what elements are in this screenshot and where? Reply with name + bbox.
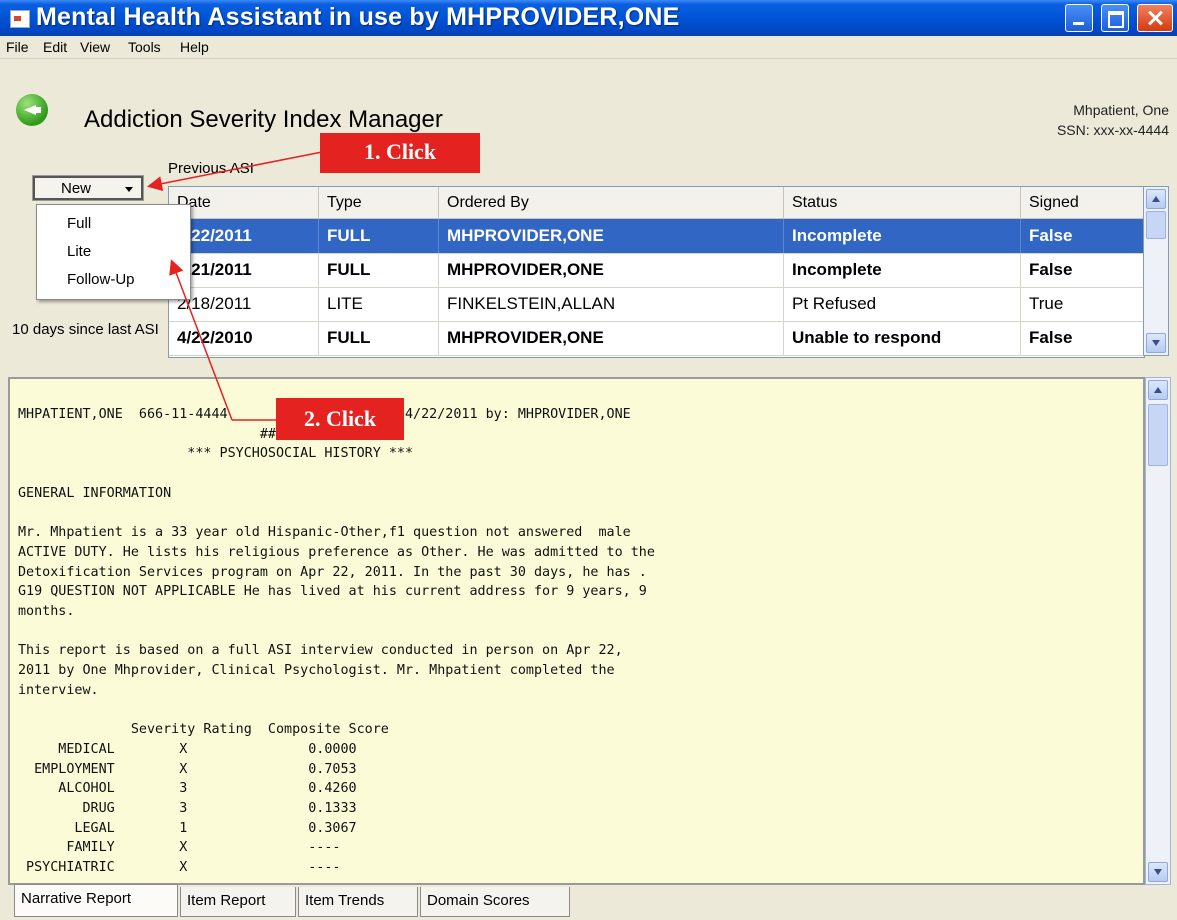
cell-ordered-by: MHPROVIDER,ONE	[439, 219, 784, 253]
tab-domain-scores[interactable]: Domain Scores	[420, 887, 570, 917]
chevron-up-icon	[1154, 387, 1162, 393]
days-since-last-asi: 10 days since last ASI	[12, 321, 159, 338]
new-dropdown-menu: Full Lite Follow-Up	[36, 204, 191, 300]
page-title: Addiction Severity Index Manager	[84, 106, 443, 133]
menu-edit[interactable]: Edit	[43, 39, 67, 55]
menu-option-full[interactable]: Full	[67, 215, 91, 232]
narrative-report-text: MHPATIENT,ONE 666-11-4444 ASI: FULL on 0…	[18, 407, 655, 876]
tab-narrative-report[interactable]: Narrative Report	[14, 884, 178, 917]
scroll-thumb[interactable]	[1146, 211, 1166, 239]
chevron-down-icon	[1152, 340, 1160, 346]
window-title: Mental Health Assistant in use by MHPROV…	[36, 3, 680, 31]
cell-signed: True	[1021, 287, 1144, 321]
cell-date: 2/18/2011	[169, 287, 319, 321]
table-row[interactable]: 4/22/2010 FULL MHPROVIDER,ONE Unable to res…	[169, 321, 1144, 356]
patient-ssn: SSN: xxx-xx-4444	[1056, 122, 1169, 138]
cell-status: Pt Refused	[784, 287, 1021, 321]
report-scrollbar[interactable]	[1145, 377, 1171, 885]
minimize-button[interactable]	[1065, 4, 1093, 32]
menu-view[interactable]: View	[80, 39, 110, 55]
scroll-up-button[interactable]	[1146, 189, 1166, 209]
menu-bar: File Edit View Tools Help	[0, 36, 1177, 59]
cell-ordered-by: MHPROVIDER,ONE	[439, 321, 784, 355]
tab-item-trends[interactable]: Item Trends	[298, 887, 418, 917]
cell-date: 4/22/2011	[169, 219, 319, 253]
column-header-signed[interactable]: Signed	[1021, 187, 1144, 219]
menu-file[interactable]: File	[6, 39, 29, 55]
table-row[interactable]: 4/21/2011 FULL MHPROVIDER,ONE Incomplete Fal…	[169, 253, 1144, 288]
narrative-report-panel[interactable]: MHPATIENT,ONE 666-11-4444 ASI: FULL on 0…	[8, 377, 1145, 885]
menu-help[interactable]: Help	[180, 39, 209, 55]
new-button[interactable]: New	[32, 175, 144, 201]
callout-step-1: 1. Click	[320, 133, 480, 173]
column-header-date[interactable]: Date	[169, 187, 319, 219]
cell-ordered-by: MHPROVIDER,ONE	[439, 253, 784, 287]
maximize-button[interactable]	[1101, 4, 1129, 32]
callout-step-2: 2. Click	[276, 398, 404, 440]
report-scroll-down-button[interactable]	[1148, 862, 1168, 882]
report-scroll-up-button[interactable]	[1148, 380, 1168, 400]
cell-signed: False	[1021, 253, 1144, 287]
cell-status: Incomplete	[784, 253, 1021, 287]
scroll-down-button[interactable]	[1146, 333, 1166, 353]
cell-status: Unable to respond	[784, 321, 1021, 355]
menu-option-lite[interactable]: Lite	[67, 243, 91, 260]
table-row[interactable]: 2/18/2011 LITE FINKELSTEIN,ALLAN Pt Refused…	[169, 287, 1144, 322]
asi-table: Date Type Ordered By Status Signed 4/22/…	[168, 186, 1145, 358]
column-header-status[interactable]: Status	[784, 187, 1021, 219]
app-icon	[10, 10, 30, 28]
table-row[interactable]: 4/22/2011 FULL MHPROVIDER,ONE Incomplete Fal…	[169, 219, 1144, 254]
tab-item-report[interactable]: Item Report	[180, 887, 296, 917]
patient-name: Mhpatient, One	[1073, 102, 1169, 118]
close-button[interactable]	[1137, 4, 1173, 32]
menu-tools[interactable]: Tools	[128, 39, 161, 55]
column-header-ordered-by[interactable]: Ordered By	[439, 187, 784, 219]
cell-type: LITE	[319, 287, 439, 321]
cell-status: Incomplete	[784, 219, 1021, 253]
previous-asi-label: Previous ASI	[168, 160, 254, 177]
cell-date: 4/21/2011	[169, 253, 319, 287]
cell-signed: False	[1021, 321, 1144, 355]
back-icon[interactable]	[16, 94, 48, 126]
chevron-down-icon	[1154, 869, 1162, 875]
title-bar[interactable]: Mental Health Assistant in use by MHPROV…	[0, 0, 1177, 36]
column-header-type[interactable]: Type	[319, 187, 439, 219]
cell-date: 4/22/2010	[169, 321, 319, 355]
chevron-up-icon	[1152, 196, 1160, 202]
table-scrollbar[interactable]	[1143, 186, 1169, 356]
menu-option-follow-up[interactable]: Follow-Up	[67, 271, 135, 288]
report-scroll-thumb[interactable]	[1148, 404, 1168, 466]
cell-type: FULL	[319, 321, 439, 355]
cell-ordered-by: FINKELSTEIN,ALLAN	[439, 287, 784, 321]
dropdown-arrow-icon	[125, 187, 133, 192]
cell-type: FULL	[319, 219, 439, 253]
cell-signed: False	[1021, 219, 1144, 253]
new-button-label: New	[61, 180, 92, 197]
cell-type: FULL	[319, 253, 439, 287]
